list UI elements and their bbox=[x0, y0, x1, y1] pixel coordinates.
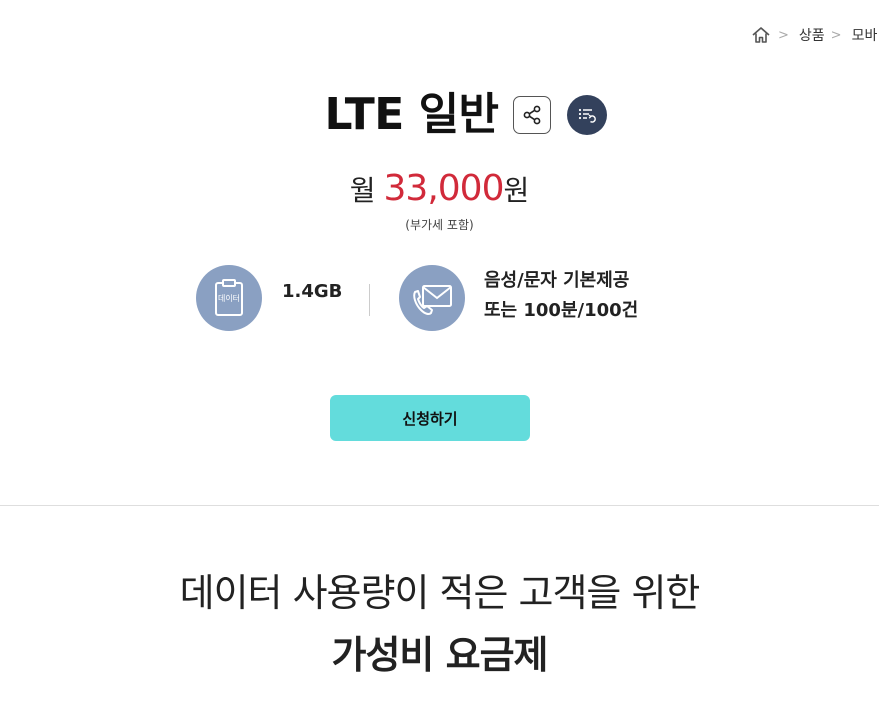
price-row: 월 33,000 원 bbox=[0, 168, 879, 209]
share-icon bbox=[523, 105, 540, 125]
promo-line1: 데이터 사용량이 적은 고객을 위한 bbox=[179, 571, 701, 615]
page: > 상품 > 모바 LTE 일반 월 33,000 원 (부가세 포함) 데이터… bbox=[0, 0, 879, 709]
breadcrumb: > 상품 > 모바 bbox=[750, 24, 877, 46]
section-divider bbox=[0, 505, 879, 506]
chevron-right-icon: > bbox=[830, 27, 842, 43]
plan-title: LTE 일반 bbox=[324, 89, 499, 140]
promo-line2: 가성비 요금제 bbox=[331, 633, 549, 677]
data-icon-label: 데이터 bbox=[217, 294, 241, 303]
phone-mail-icon bbox=[413, 285, 452, 315]
price-prefix: 월 bbox=[349, 174, 376, 207]
voice-text: 음성/문자 기본제공 또는 100분/100건 bbox=[484, 266, 638, 326]
voice-text-line1: 음성/문자 기본제공 bbox=[484, 270, 630, 291]
home-icon[interactable] bbox=[750, 24, 772, 46]
vat-note: (부가세 포함) bbox=[405, 218, 474, 232]
voice-feature-icon bbox=[399, 265, 465, 331]
data-amount: 1.4GB bbox=[282, 281, 343, 302]
chevron-right-icon: > bbox=[778, 27, 789, 43]
list-icon bbox=[578, 108, 596, 123]
breadcrumb-item-products[interactable]: 상품 bbox=[799, 25, 825, 45]
price-suffix: 원 bbox=[503, 174, 530, 207]
voice-text-line2: 또는 100분/100건 bbox=[484, 300, 639, 321]
data-feature-icon: 데이터 bbox=[196, 265, 262, 331]
apply-button[interactable]: 신청하기 bbox=[330, 395, 530, 441]
plan-list-button[interactable] bbox=[566, 95, 607, 135]
feature-divider bbox=[369, 284, 370, 316]
price-value: 33,000 bbox=[383, 168, 505, 209]
share-button[interactable] bbox=[512, 96, 551, 134]
price: 월 33,000 원 bbox=[350, 168, 530, 209]
breadcrumb-item-mobile[interactable]: 모바 bbox=[852, 25, 878, 45]
title-row: LTE 일반 bbox=[0, 88, 879, 142]
title-wrap: LTE 일반 bbox=[324, 88, 607, 142]
